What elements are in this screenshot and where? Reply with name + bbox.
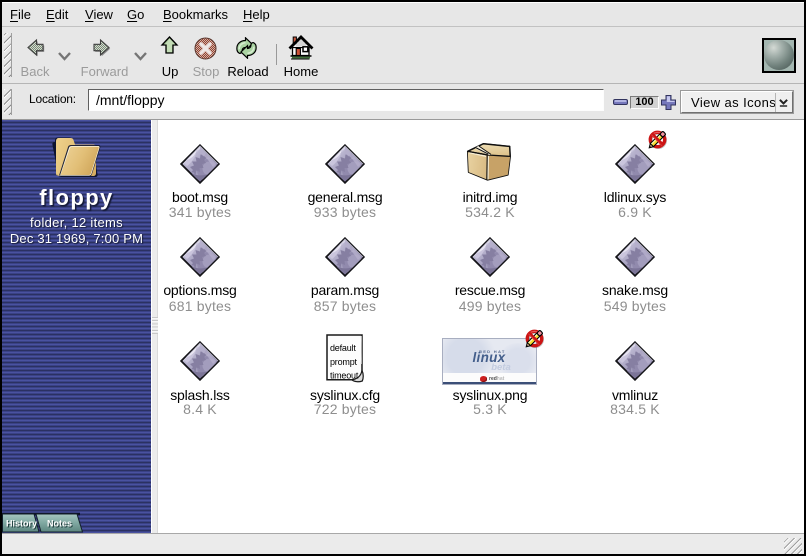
svg-text:timeout: timeout (330, 371, 359, 381)
svg-text:default: default (330, 343, 356, 353)
svg-text:Notes: Notes (47, 519, 72, 529)
svg-text:History: History (6, 519, 37, 529)
svg-text:prompt: prompt (330, 357, 358, 367)
